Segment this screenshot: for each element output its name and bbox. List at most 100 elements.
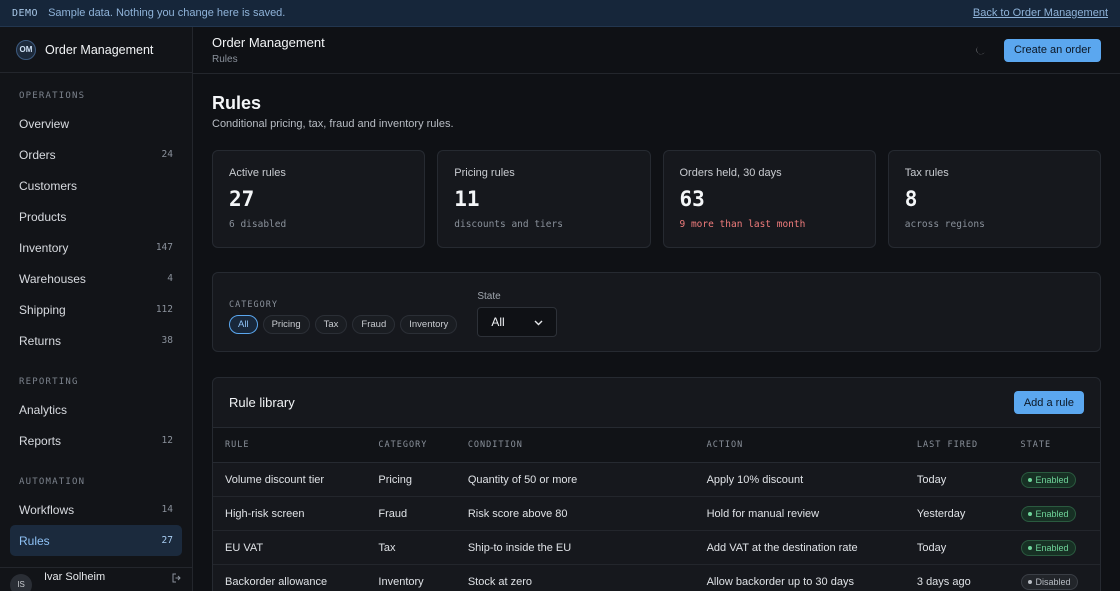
sidebar-nav: OPERATIONS Overview Orders 24 Customers Produ… xyxy=(0,88,192,587)
cell-condition: Stock at zero xyxy=(455,564,695,591)
column-header: STATE xyxy=(1008,427,1100,463)
cell-category: Fraud xyxy=(366,496,456,531)
cell-rule: Volume discount tier xyxy=(213,462,367,497)
stat-value: 11 xyxy=(454,187,480,211)
table-row[interactable]: Volume discount tier Pricing Quantity of 5… xyxy=(213,462,1100,497)
moon-icon[interactable] xyxy=(972,41,990,59)
status-label: Enabled xyxy=(1035,474,1069,485)
table-row[interactable]: High-risk screen Fraud Risk score above 80… xyxy=(213,496,1100,531)
brand-logo: OM xyxy=(16,39,36,60)
status-label: Enabled xyxy=(1035,508,1069,519)
category-chip-pricing[interactable]: Pricing xyxy=(262,315,310,334)
column-header: RULE xyxy=(213,427,367,463)
sidebar-item-shipping[interactable]: Shipping 112 xyxy=(0,294,192,325)
sidebar-item-workflows[interactable]: Workflows 14 xyxy=(0,494,192,525)
create-order-button[interactable]: Create an order xyxy=(1003,38,1101,62)
add-rule-button[interactable]: Add a rule xyxy=(1013,391,1084,414)
category-chip-all[interactable]: All xyxy=(229,315,258,334)
cell-category: Tax xyxy=(366,530,456,565)
sidebar-item-warehouses[interactable]: Warehouses 4 xyxy=(0,263,192,294)
library-header: Rule library Add a rule xyxy=(213,378,1100,427)
table-row[interactable]: EU VAT Tax Ship-to inside the EU Add VAT at… xyxy=(213,530,1100,565)
status-dot-icon xyxy=(1027,579,1032,584)
sidebar-item-count: 38 xyxy=(161,335,173,346)
sidebar-item-count: 112 xyxy=(155,304,173,315)
rules-table: RULE CATEGORY CONDITION ACTION LAST FIRED STA… xyxy=(213,427,1100,591)
nav-section-title: AUTOMATION xyxy=(19,477,86,487)
stat-note: discounts and tiers xyxy=(454,219,563,230)
cell-category: Pricing xyxy=(366,462,456,497)
sidebar-item-count: 12 xyxy=(161,435,173,446)
brand-name: Order Management xyxy=(45,42,154,57)
stat-card: Active rules 27 6 disabled xyxy=(212,150,426,248)
sidebar-item-label: Shipping xyxy=(19,302,66,317)
status-badge: Enabled xyxy=(1020,505,1076,522)
table-row[interactable]: Backorder allowance Inventory Stock at zer… xyxy=(213,564,1100,591)
cell-state: Disabled xyxy=(1008,564,1100,591)
cell-action: Add VAT at the destination rate xyxy=(694,530,905,565)
column-header: LAST FIRED xyxy=(904,427,1009,463)
sidebar-item-count: 24 xyxy=(161,149,173,160)
stat-note: across regions xyxy=(904,219,985,230)
sidebar-item-label: Customers xyxy=(19,178,78,193)
sign-out-icon[interactable] xyxy=(172,573,182,586)
user-panel[interactable]: IS Ivar Solheim xyxy=(0,567,192,591)
stat-card: Orders held, 30 days 63 9 more than last m… xyxy=(662,150,876,248)
sidebar-item-label: Warehouses xyxy=(19,271,86,286)
demo-banner: DEMO Sample data. Nothing you change her… xyxy=(0,0,1120,27)
category-label: CATEGORY xyxy=(229,300,278,310)
sidebar-item-count: 14 xyxy=(161,504,173,515)
stat-card: Tax rules 8 across regions xyxy=(887,150,1101,248)
chevron-down-icon xyxy=(534,315,543,329)
sidebar-item-reports[interactable]: Reports 12 xyxy=(0,425,192,456)
category-chip-tax[interactable]: Tax xyxy=(314,315,348,334)
sidebar-item-returns[interactable]: Returns 38 xyxy=(0,325,192,356)
nav-section-title: OPERATIONS xyxy=(19,91,86,101)
state-select[interactable]: All xyxy=(477,307,558,337)
stat-label: Active rules xyxy=(229,167,286,179)
sidebar: OM Order Management OPERATIONS Overview Or… xyxy=(0,27,193,591)
sidebar-item-orders[interactable]: Orders 24 xyxy=(0,139,192,170)
stat-label: Tax rules xyxy=(904,167,949,179)
status-dot-icon xyxy=(1027,511,1032,516)
cell-rule: EU VAT xyxy=(213,530,367,565)
cell-action: Hold for manual review xyxy=(694,496,905,531)
sidebar-item-count: 4 xyxy=(167,273,173,284)
category-chip-fraud[interactable]: Fraud xyxy=(352,315,396,334)
status-dot-icon xyxy=(1027,545,1032,550)
cell-action: Apply 10% discount xyxy=(694,462,905,497)
sidebar-item-customers[interactable]: Customers xyxy=(0,170,192,201)
cell-state: Enabled xyxy=(1008,530,1100,565)
stat-label: Orders held, 30 days xyxy=(679,167,782,179)
cell-condition: Ship-to inside the EU xyxy=(455,530,695,565)
status-dot-icon xyxy=(1027,477,1032,482)
header-titles: Order Management Rules xyxy=(212,35,325,65)
column-header: CATEGORY xyxy=(366,427,456,463)
sidebar-item-products[interactable]: Products xyxy=(0,201,192,232)
brand[interactable]: OM Order Management xyxy=(0,27,192,73)
stat-value: 63 xyxy=(679,187,705,211)
cell-rule: High-risk screen xyxy=(213,496,367,531)
category-chips: All Pricing Tax Fraud Inventory xyxy=(229,315,458,334)
rule-library: Rule library Add a rule RULE CATEGORY COND… xyxy=(212,377,1101,591)
stats-row: Active rules 27 6 disabled Pricing rules 11 d… xyxy=(212,150,1101,248)
status-badge: Disabled xyxy=(1020,573,1078,590)
sidebar-item-label: Orders xyxy=(19,147,56,162)
page-title: Rules xyxy=(212,93,262,113)
avatar: IS xyxy=(10,573,32,591)
sidebar-item-overview[interactable]: Overview xyxy=(0,108,192,139)
sidebar-item-rules[interactable]: Rules 27 xyxy=(10,525,182,556)
category-chip-inventory[interactable]: Inventory xyxy=(400,315,458,334)
sidebar-item-inventory[interactable]: Inventory 147 xyxy=(0,232,192,263)
status-badge: Enabled xyxy=(1020,539,1076,556)
column-header: ACTION xyxy=(694,427,905,463)
library-title: Rule library xyxy=(229,395,295,410)
table-body: Volume discount tier Pricing Quantity of 5… xyxy=(213,462,1100,591)
demo-tag: DEMO xyxy=(12,7,39,19)
cell-action: Allow backorder up to 30 days xyxy=(694,564,905,591)
stat-card: Pricing rules 11 discounts and tiers xyxy=(437,150,651,248)
sidebar-item-analytics[interactable]: Analytics xyxy=(0,394,192,425)
column-header: CONDITION xyxy=(455,427,695,463)
back-link[interactable]: Back to Order Management xyxy=(973,7,1108,19)
state-select-value: All xyxy=(491,315,505,329)
